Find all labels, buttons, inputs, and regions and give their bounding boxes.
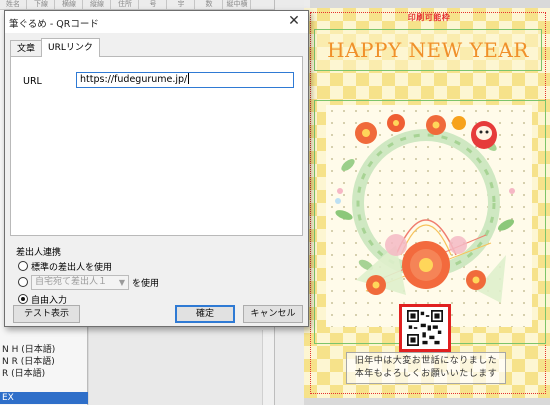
toolbar-item[interactable]: 縦中横 <box>224 0 251 10</box>
dialog-titlebar[interactable]: 筆ぐるめ - QRコード ✕ <box>5 11 308 33</box>
tab-text[interactable]: 文章 <box>10 40 43 57</box>
title-textbox[interactable]: HAPPY NEW YEAR <box>314 29 542 71</box>
text-caret <box>188 73 190 84</box>
url-label: URL <box>23 76 42 87</box>
url-link-panel: URL https://fudegurume.jp/ <box>10 56 303 236</box>
pink-flower <box>385 234 407 256</box>
font-list-item-selected[interactable]: EX <box>0 392 88 404</box>
cancel-button[interactable]: キャンセル <box>243 305 303 323</box>
url-input[interactable]: https://fudegurume.jp/ <box>76 72 294 88</box>
toolbar-item[interactable]: 数 <box>196 0 223 10</box>
greeting-message-box[interactable]: 旧年中は大変お世話になりました 本年もよろしくお願いいたします <box>346 352 506 384</box>
radio-button[interactable] <box>18 277 28 287</box>
toolbar-item[interactable]: 号 <box>140 0 167 10</box>
radio-free-input[interactable]: 自由入力 <box>18 292 67 306</box>
test-display-button[interactable]: テスト表示 <box>13 305 80 323</box>
qr-code-dialog: 筆ぐるめ - QRコード ✕ 文章 URLリンク URL https://fud… <box>4 10 309 327</box>
leaf <box>335 210 353 220</box>
sender-select[interactable]: 自宅宛て差出人１ ▼ <box>31 274 129 290</box>
toolbar-item[interactable]: 縦線 <box>84 0 111 10</box>
qr-code-selected[interactable] <box>399 304 451 352</box>
dialog-tabs: 文章 URLリンク <box>10 38 100 57</box>
greeting-message-line: 旧年中は大変お世話になりました <box>354 356 498 366</box>
greeting-message-line: 本年もよろしくお願いいたします <box>354 369 498 379</box>
radio-button[interactable] <box>18 261 28 271</box>
font-list-item[interactable]: R (日本語) <box>0 368 88 380</box>
dialog-title: 筆ぐるめ - QRコード <box>9 19 99 30</box>
font-list-item[interactable]: N H (日本語) <box>0 344 88 356</box>
postcard-canvas[interactable]: 印刷可能枠 HAPPY NEW YEAR 旧年中は大変お世話になりました 本年も… <box>304 8 550 398</box>
toolbar-item[interactable]: 下線 <box>28 0 55 10</box>
camellia-wreath-illustration <box>335 114 515 303</box>
close-icon[interactable]: ✕ <box>286 13 302 29</box>
url-value: https://fudegurume.jp/ <box>80 74 188 85</box>
sender-link-group-title: 差出人連携 <box>16 248 62 258</box>
font-list[interactable]: N H (日本語) N R (日本語) R (日本語) EX <box>0 344 88 404</box>
radio-standard-sender[interactable]: 標準の差出人を使用 <box>18 259 112 273</box>
radio-label-suffix: を使用 <box>132 278 160 289</box>
ok-button[interactable]: 確定 <box>175 305 235 323</box>
tab-url-link[interactable]: URLリンク <box>41 38 100 57</box>
font-list-item[interactable]: N R (日本語) <box>0 356 88 368</box>
leaf <box>497 219 515 231</box>
background-toolbar: 姓名 下線 横線 縦線 住所 号 宇 数 縦中横 <box>0 0 310 10</box>
radio-button-checked[interactable] <box>18 294 28 304</box>
radio-address-sender[interactable]: 自宅宛て差出人１ ▼ を使用 <box>18 274 160 290</box>
leaf <box>341 159 355 171</box>
font-list-item[interactable] <box>0 380 88 392</box>
radio-label: 自由入力 <box>31 295 68 306</box>
greeting-title: HAPPY NEW YEAR <box>327 38 529 62</box>
qr-code-icon <box>407 310 443 346</box>
print-area-label: 印刷可能枠 <box>407 13 451 22</box>
sender-select-value: 自宅宛て差出人１ <box>35 276 108 287</box>
toolbar-item[interactable]: 宇 <box>168 0 195 10</box>
vertical-scrollbar[interactable] <box>262 330 274 405</box>
toolbar-item[interactable]: 姓名 <box>0 0 27 10</box>
toolbar-item[interactable]: 横線 <box>56 0 83 10</box>
toolbar-item[interactable]: 住所 <box>112 0 139 10</box>
radio-label: 標準の差出人を使用 <box>31 262 113 273</box>
orange-fruit <box>452 116 466 130</box>
chevron-down-icon: ▼ <box>118 277 125 287</box>
